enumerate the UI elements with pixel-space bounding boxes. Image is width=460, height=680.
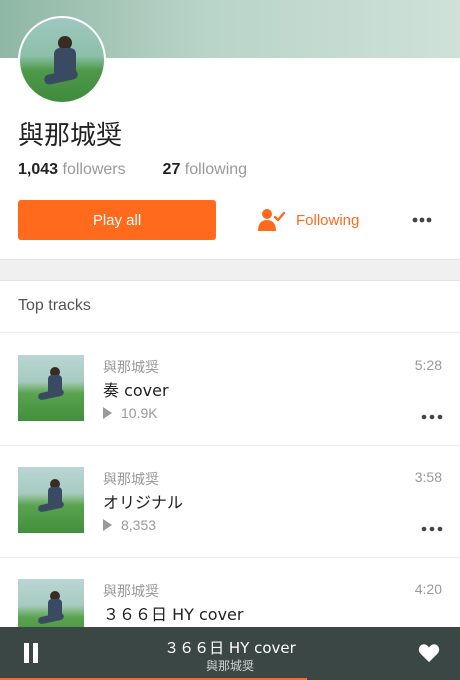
user-check-icon	[258, 209, 286, 231]
following-count[interactable]: 27	[163, 161, 181, 178]
track-duration: 4:20	[414, 581, 442, 597]
track-duration: 3:58	[414, 469, 442, 485]
track-artwork	[18, 355, 84, 421]
track-title: ３６６日 HY cover	[103, 605, 244, 624]
mini-player[interactable]: ３６６日 HY cover 與那城奨	[0, 627, 460, 680]
track-artwork	[18, 467, 84, 533]
play-all-button[interactable]: Play all	[18, 200, 216, 240]
followers-count[interactable]: 1,043	[18, 161, 58, 178]
track-more-icon[interactable]	[420, 409, 444, 425]
avatar-figure-legs	[43, 68, 79, 86]
top-tracks-heading: Top tracks	[18, 297, 91, 314]
track-artist: 與那城奨	[103, 472, 159, 488]
track-title: オリジナル	[103, 493, 184, 512]
track-artist: 與那城奨	[103, 360, 159, 376]
track-row[interactable]: 與那城奨 奏 cover 10.9K 5:28	[0, 333, 460, 445]
track-row[interactable]: 與那城奨 オリジナル 8,353 3:58	[0, 445, 460, 557]
play-count-icon	[103, 519, 112, 531]
now-playing-title[interactable]: ３６６日 HY cover	[0, 637, 460, 658]
play-count-value: 10.9K	[121, 405, 158, 421]
now-playing-artist[interactable]: 與那城奨	[0, 657, 460, 674]
heart-icon[interactable]	[418, 643, 440, 663]
section-separator	[0, 259, 460, 281]
track-artist: 與那城奨	[103, 584, 159, 600]
track-play-count: 8,353	[103, 517, 156, 533]
followers-label[interactable]: followers	[63, 161, 126, 178]
play-count-value: 8,353	[121, 517, 157, 533]
track-play-count: 10.9K	[103, 405, 158, 421]
following-button[interactable]: Following	[258, 200, 359, 240]
play-all-label: Play all	[92, 211, 142, 229]
track-title: 奏 cover	[103, 381, 169, 400]
play-count-icon	[103, 407, 112, 419]
artist-name: 與那城奨	[18, 121, 123, 151]
more-options-icon[interactable]	[410, 208, 434, 232]
track-more-icon[interactable]	[420, 521, 444, 537]
avatar[interactable]	[18, 16, 106, 104]
track-duration: 5:28	[414, 357, 442, 373]
profile-stats: 1,043 followers 27 following	[18, 161, 247, 179]
following-label[interactable]: following	[185, 161, 247, 178]
following-button-label: Following	[296, 211, 360, 229]
